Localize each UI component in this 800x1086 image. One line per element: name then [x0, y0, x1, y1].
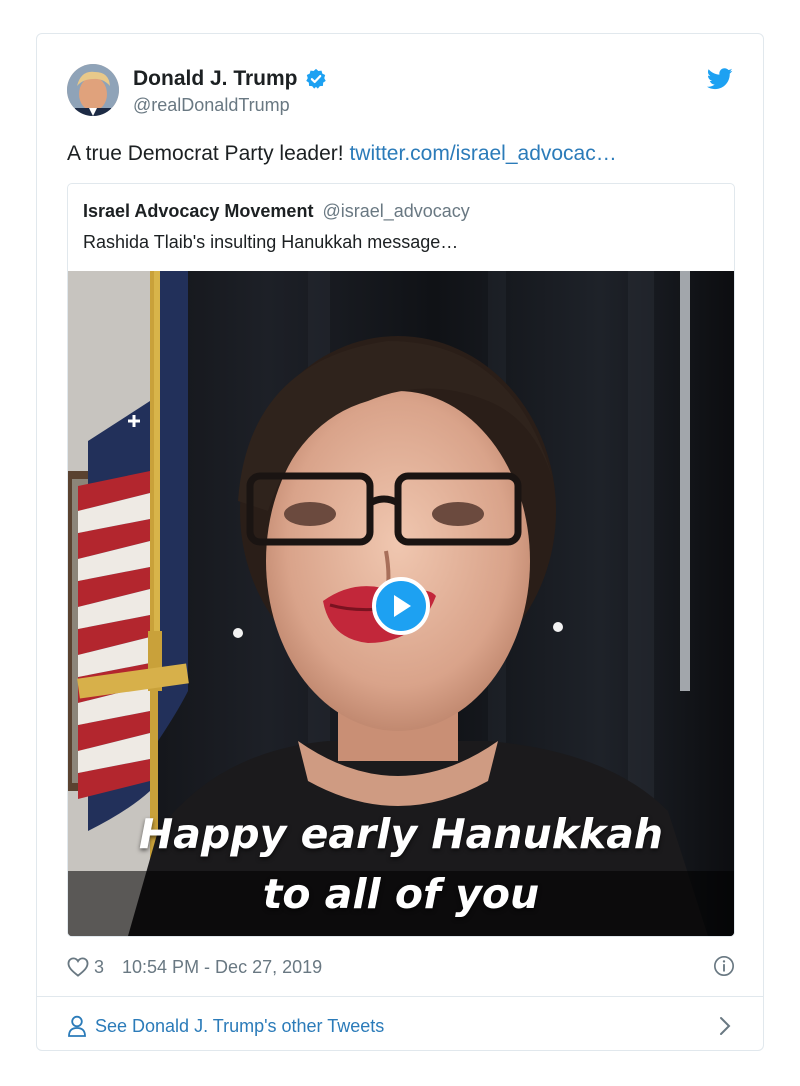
quoted-author-handle: @israel_advocacy [322, 201, 470, 221]
tweet-body: A true Democrat Party leader! [67, 142, 344, 165]
tweet-footer: 3 10:54 PM - Dec 27, 2019 [67, 952, 735, 982]
play-icon [394, 595, 411, 617]
video-caption: Happy early Hanukkah to all of you [68, 804, 734, 924]
tweet-link[interactable]: twitter.com/israel_advocac… [349, 142, 616, 165]
embedded-tweet-card[interactable]: Donald J. Trump @realDonaldTrump A true … [36, 33, 764, 1051]
quoted-author-name: Israel Advocacy Movement [83, 201, 314, 221]
quoted-tweet[interactable]: Israel Advocacy Movement @israel_advocac… [67, 183, 735, 937]
heart-icon[interactable] [67, 957, 89, 977]
video-caption-line1: Happy early Hanukkah [138, 810, 664, 858]
twitter-bird-icon[interactable] [707, 68, 733, 90]
author-handle[interactable]: @realDonaldTrump [133, 95, 290, 116]
avatar-photo [67, 64, 119, 116]
quoted-tweet-text: Rashida Tlaib's insulting Hanukkah messa… [83, 232, 459, 252]
tweet-text: A true Democrat Party leader! twitter.co… [67, 142, 617, 166]
play-button[interactable] [372, 577, 430, 635]
person-icon [68, 1015, 86, 1037]
verified-badge-icon [305, 68, 326, 89]
see-other-tweets-label: See Donald J. Trump's other Tweets [95, 1015, 385, 1036]
like-count[interactable]: 3 [94, 957, 104, 978]
author-name[interactable]: Donald J. Trump [133, 67, 327, 91]
author-name-text: Donald J. Trump [133, 67, 298, 90]
see-other-tweets-link[interactable]: See Donald J. Trump's other Tweets [67, 1011, 735, 1041]
video-thumbnail[interactable]: Happy early Hanukkah to all of you [68, 271, 734, 936]
tweet-timestamp[interactable]: 10:54 PM - Dec 27, 2019 [122, 957, 322, 978]
chevron-right-icon [720, 1017, 731, 1035]
quoted-tweet-header: Israel Advocacy Movement @israel_advocac… [83, 201, 470, 222]
video-caption-line2: to all of you [262, 870, 540, 918]
author-avatar[interactable] [67, 64, 119, 116]
footer-divider [37, 996, 763, 997]
info-icon[interactable] [713, 955, 735, 977]
